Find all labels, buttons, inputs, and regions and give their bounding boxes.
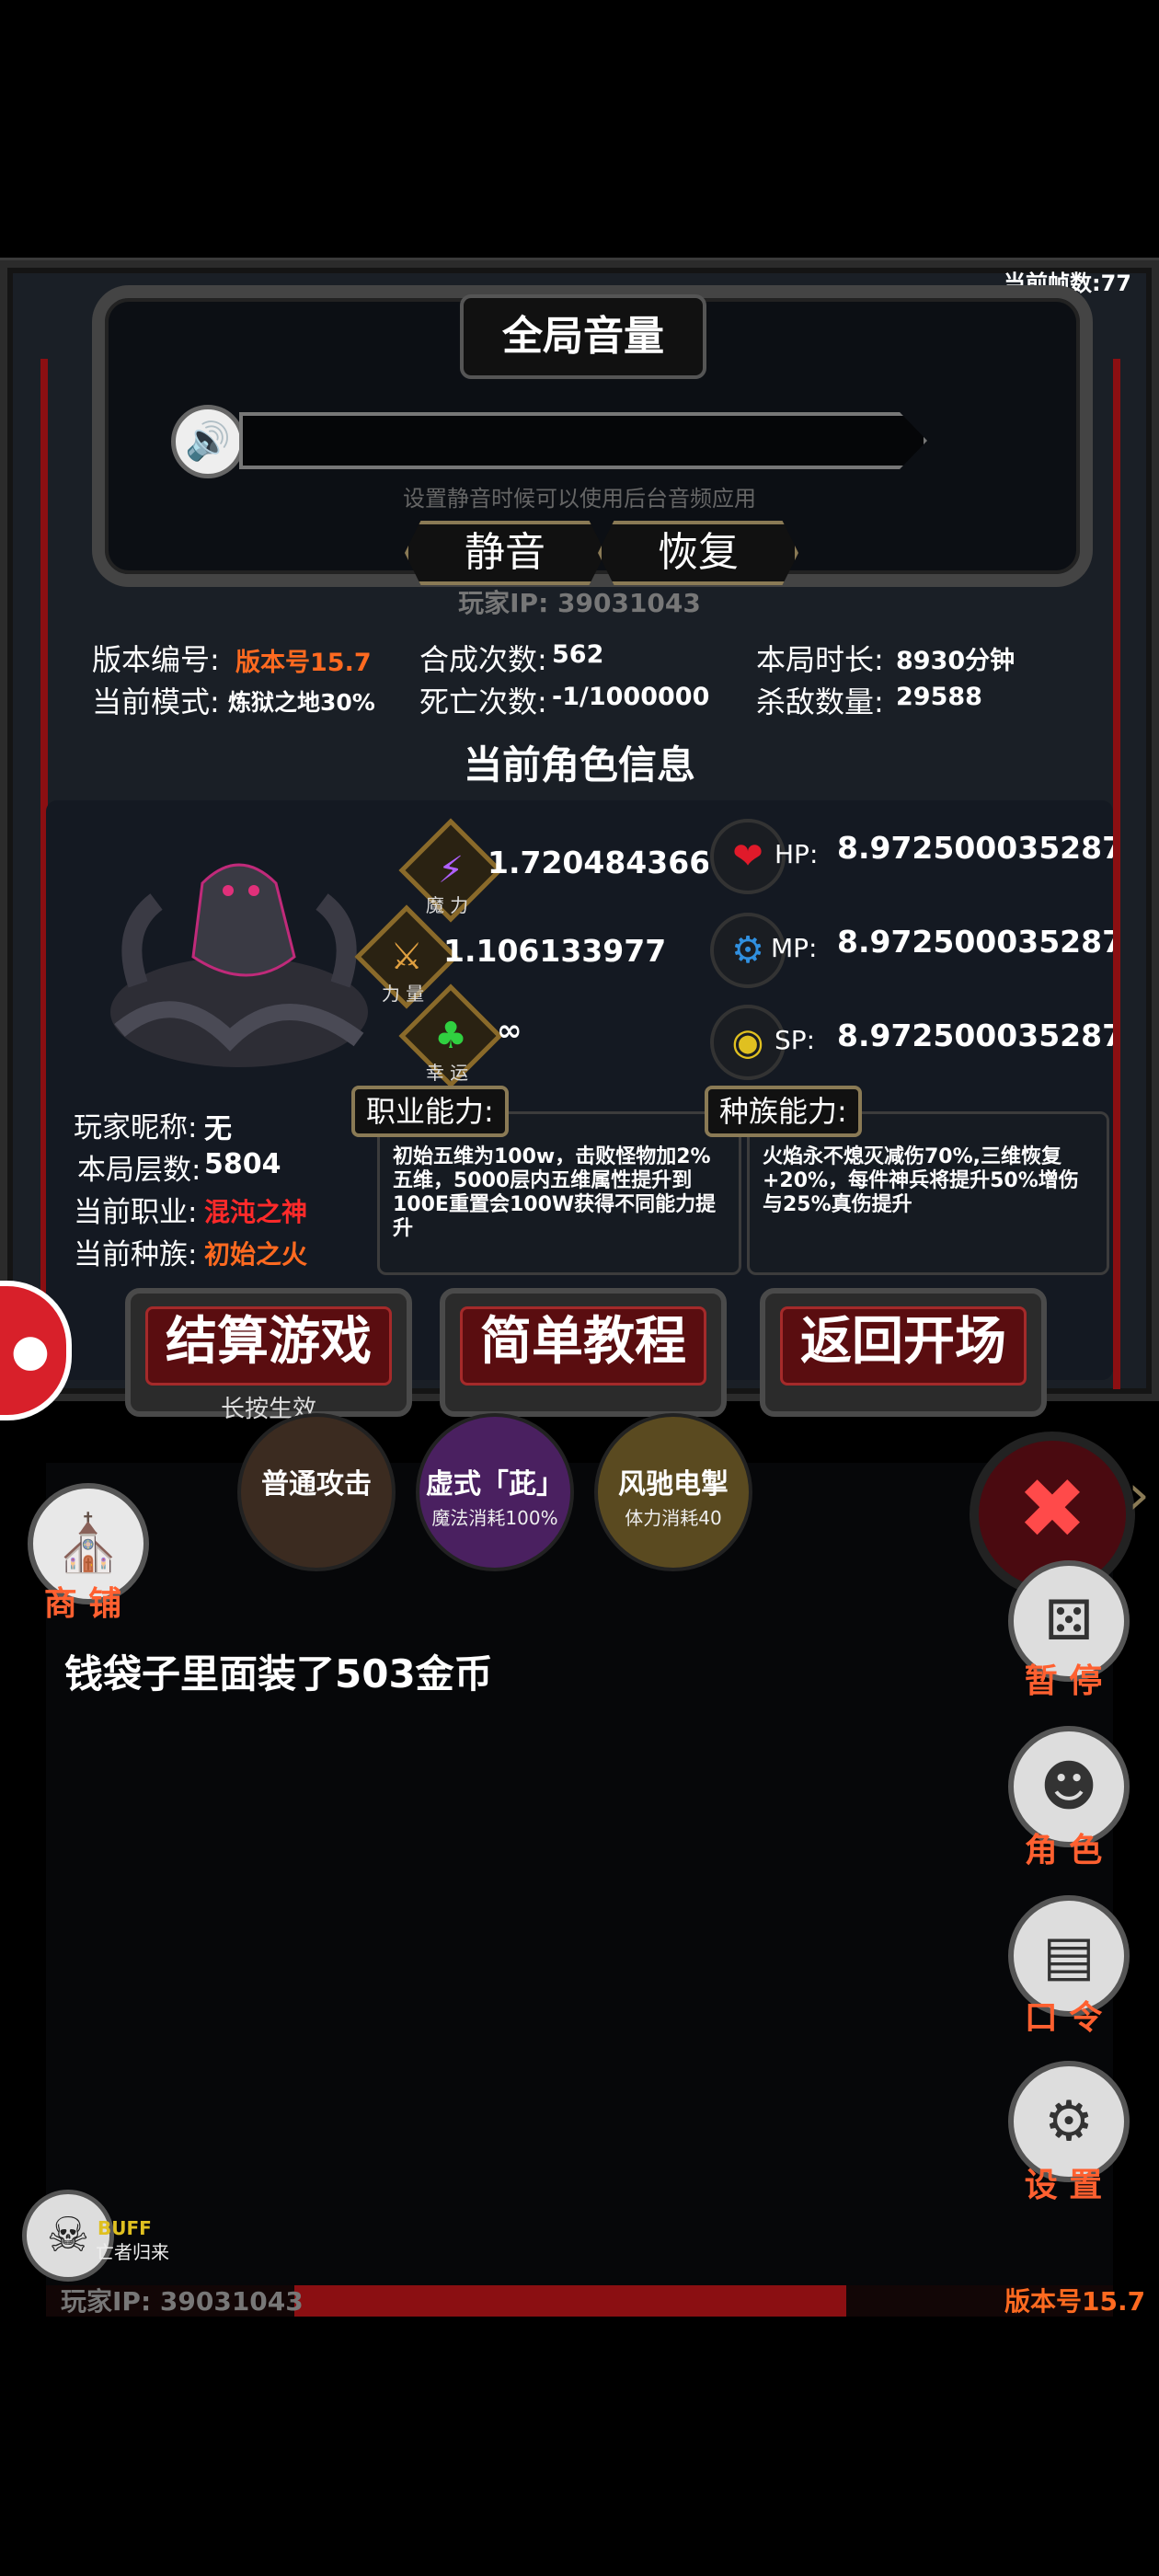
- speaker-icon[interactable]: 🔊: [171, 405, 245, 478]
- volume-hint: 设置静音时候可以使用后台音频应用: [403, 486, 756, 512]
- magic-caption: 魔 力: [425, 894, 469, 916]
- mode-label: 当前模式:: [92, 684, 220, 719]
- skill-name: 普通攻击: [261, 1468, 372, 1501]
- race-ability-tag: 种族能力:: [705, 1086, 862, 1137]
- race-value: 初始之火: [204, 1239, 308, 1270]
- version-label: 版本编号:: [92, 642, 220, 677]
- mp-value: 8.97250003528738: [837, 924, 1113, 960]
- back-to-start-button[interactable]: 返回开场: [760, 1288, 1047, 1417]
- class-ability-tag: 职业能力:: [351, 1086, 509, 1137]
- password-label: 口 令: [1024, 1999, 1103, 2037]
- sp-value: 8.97250003528738: [837, 1018, 1113, 1053]
- skill-void-purple[interactable]: 虚式「茈」 魔法消耗100%: [416, 1413, 574, 1571]
- version-footer: 版本号15.7: [1004, 2286, 1146, 2317]
- chevron-right-icon[interactable]: ›: [1128, 1463, 1150, 1527]
- skill-name: 虚式「茈」: [426, 1468, 564, 1501]
- user-icon: ●: [11, 1325, 50, 1376]
- class-label: 当前职业:: [74, 1196, 198, 1229]
- hp-label: HP:: [775, 839, 819, 869]
- back-to-start-label: 返回开场: [780, 1306, 1027, 1386]
- race-label: 当前种族:: [74, 1238, 198, 1271]
- version-value: 版本号15.7: [235, 649, 372, 677]
- luck-value: ∞: [497, 1012, 522, 1048]
- kills-value: 29588: [896, 683, 982, 711]
- nickname-value: 无: [204, 1113, 232, 1145]
- duration-value: 8930分钟: [896, 647, 1016, 675]
- magic-value: 1.72048436696: [488, 845, 708, 880]
- settings-label: 设 置: [1024, 2167, 1103, 2204]
- skill-lightning-dash[interactable]: 风驰电掣 体力消耗40: [594, 1413, 752, 1571]
- pause-label: 暂 停: [1024, 1662, 1103, 1700]
- volume-slider[interactable]: [239, 412, 927, 469]
- power-value: 1.10613397760: [443, 933, 664, 969]
- tutorial-label: 简单教程: [460, 1306, 706, 1386]
- restore-button[interactable]: 恢复: [598, 521, 798, 585]
- hp-value: 8.97250003528738: [837, 830, 1113, 866]
- settle-game-button[interactable]: 结算游戏 长按生效: [125, 1288, 412, 1423]
- buff-title: BUFF: [98, 2217, 152, 2239]
- skill-cost: 体力消耗40: [625, 1507, 722, 1529]
- death-value: -1/1000000: [552, 683, 710, 711]
- volume-title: 全局音量: [460, 294, 706, 379]
- shop-label: 商 铺: [43, 1585, 122, 1623]
- mp-label: MP:: [771, 933, 818, 963]
- settle-hint: 长按生效: [220, 1396, 316, 1423]
- power-caption: 力 量: [381, 983, 425, 1005]
- mute-button[interactable]: 静音: [405, 521, 605, 585]
- tutorial-button[interactable]: 简单教程: [440, 1288, 727, 1417]
- race-ability-text: 火焰永不熄灭减伤70%,三维恢复+20%，每件神兵将提升50%增伤与25%真伤提…: [763, 1145, 1079, 1216]
- synth-label: 合成次数:: [419, 642, 547, 677]
- mode-value: 炼狱之地30%: [228, 689, 375, 716]
- log-message: 钱袋子里面装了503金币: [64, 1651, 493, 1696]
- kills-label: 杀敌数量:: [756, 684, 884, 719]
- death-label: 死亡次数:: [419, 684, 547, 719]
- luck-caption: 幸 运: [425, 1062, 469, 1084]
- buff-name: 亡者归来: [96, 2241, 169, 2263]
- nickname-label: 玩家昵称:: [74, 1111, 198, 1144]
- class-ability-text: 初始五维为100w，击败怪物加2%五维，5000层内五维属性提升到100E重置会…: [393, 1145, 717, 1240]
- section-title: 当前角色信息: [463, 742, 695, 788]
- floors-value: 5804: [204, 1148, 281, 1180]
- skill-name: 风驰电掣: [618, 1468, 729, 1501]
- class-value: 混沌之神: [204, 1197, 308, 1227]
- duration-label: 本局时长:: [756, 642, 884, 677]
- floors-label: 本局层数:: [77, 1154, 201, 1187]
- player-ip-footer: 玩家IP: 39031043: [61, 2286, 304, 2317]
- sp-label: SP:: [775, 1025, 816, 1055]
- bottom-bar-fill: [294, 2285, 846, 2317]
- settle-game-label: 结算游戏: [145, 1306, 392, 1386]
- frame-border-right: [1113, 359, 1120, 1389]
- demon-portrait: [110, 863, 368, 1067]
- log-area: [46, 1463, 1113, 2291]
- synth-value: 562: [552, 640, 604, 669]
- skill-normal-attack[interactable]: 普通攻击: [237, 1413, 396, 1571]
- role-label: 角 色: [1024, 1832, 1103, 1869]
- skill-cost: 魔法消耗100%: [431, 1507, 558, 1529]
- player-ip-top: 玩家IP: 39031043: [458, 588, 701, 618]
